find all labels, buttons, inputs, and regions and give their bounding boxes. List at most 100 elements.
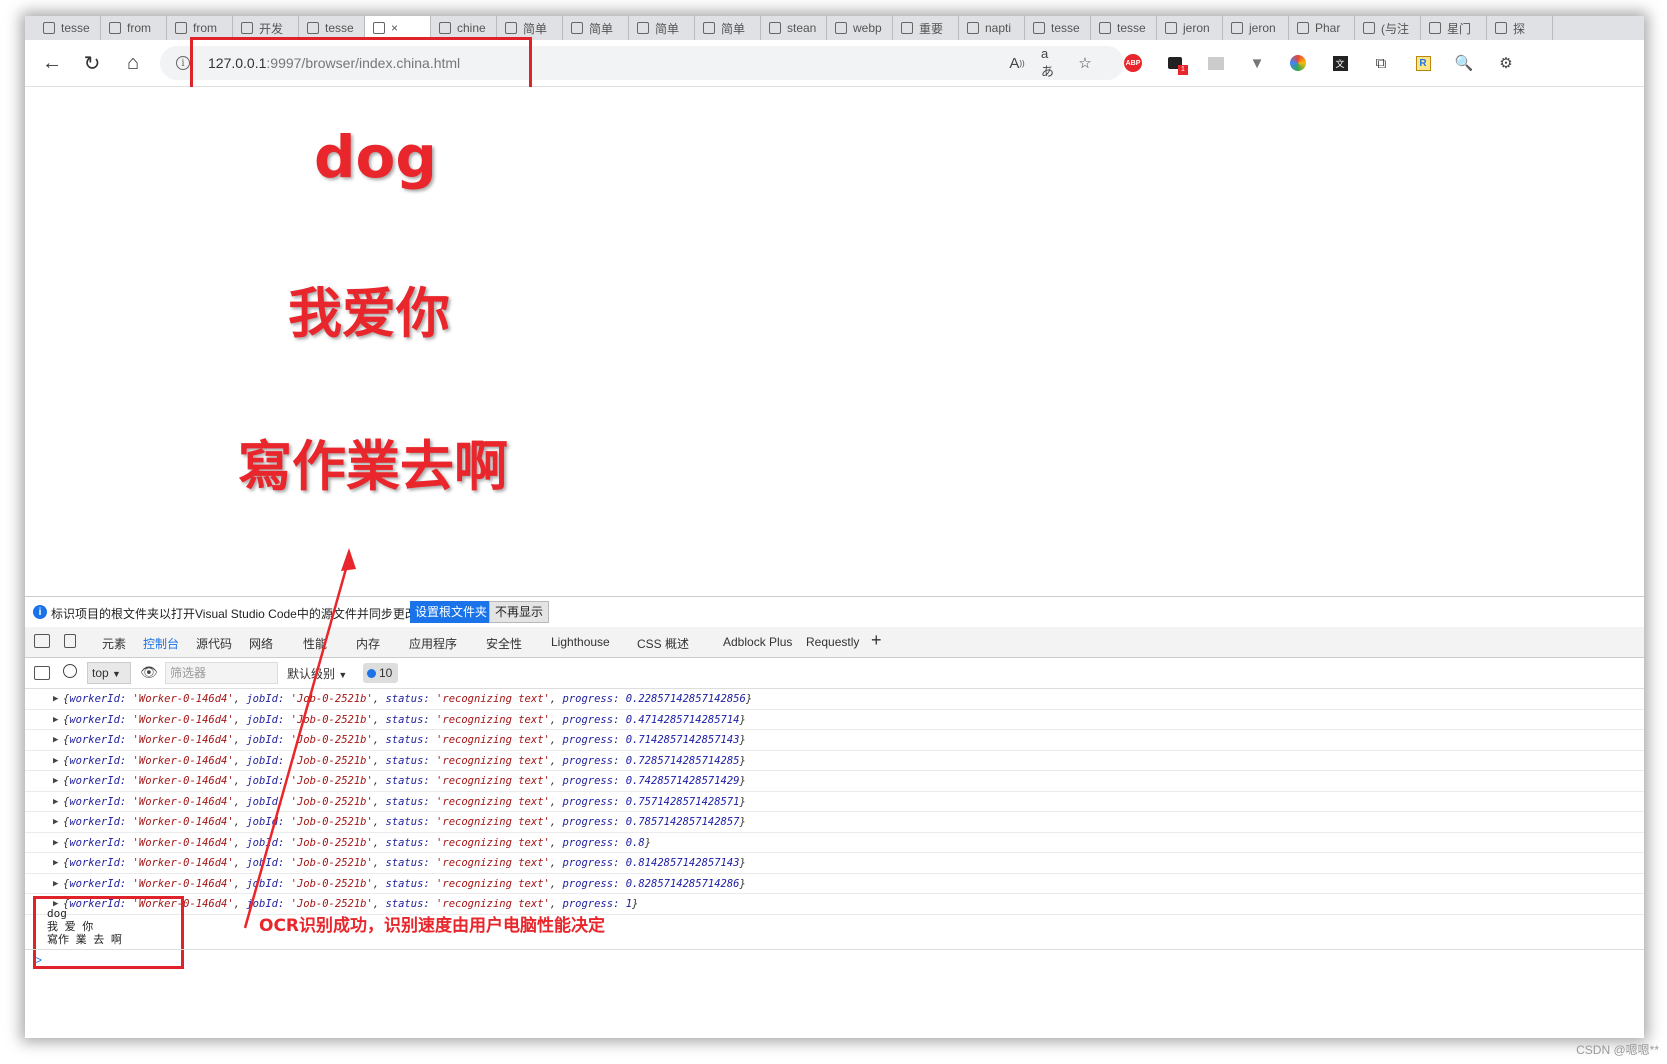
device-toolbar-icon[interactable] — [64, 634, 76, 648]
extension-badge-icon[interactable]: 1 — [1165, 53, 1188, 75]
console-log-row[interactable]: ▶ {workerId: 'Worker-0-146d4', jobId: 'Jo… — [25, 874, 1644, 894]
browser-tab[interactable]: stean — [761, 16, 827, 40]
key-jobId: jobId: — [246, 836, 291, 849]
browser-tab[interactable]: 简单 — [695, 16, 761, 40]
log-level-dropdown[interactable]: 默认级别 ▼ — [287, 665, 347, 682]
browser-tab[interactable]: 简单 — [563, 16, 629, 40]
browser-tab[interactable]: tesse — [1025, 16, 1091, 40]
browser-tab[interactable]: jeron — [1157, 16, 1223, 40]
browser-tab[interactable]: Phar — [1289, 16, 1355, 40]
console-prompt[interactable]: > — [25, 949, 1644, 970]
url-highlight-box — [190, 37, 532, 92]
devtools-tab[interactable]: 内存 — [356, 635, 380, 652]
console-log-row[interactable]: ▶ {workerId: 'Worker-0-146d4', jobId: 'Jo… — [25, 812, 1644, 833]
tab-favicon-icon — [769, 22, 781, 34]
browser-tab[interactable]: 探 — [1487, 16, 1553, 40]
site-info-icon[interactable]: i — [176, 56, 190, 70]
sidebar-toggle-icon[interactable] — [34, 666, 50, 680]
expand-triangle-icon[interactable]: ▶ — [53, 833, 58, 853]
browser-tab[interactable]: from — [101, 16, 167, 40]
devtools-tab[interactable]: Adblock Plus — [723, 635, 792, 649]
tab-favicon-icon — [637, 22, 649, 34]
browser-tab[interactable]: (与注 — [1355, 16, 1421, 40]
punct: , — [233, 877, 247, 890]
console-log-row[interactable]: ▶ {workerId: 'Worker-0-146d4', jobId: 'Jo… — [25, 751, 1644, 771]
console-log-row[interactable]: ▶ {workerId: 'Worker-0-146d4', jobId: 'Jo… — [25, 853, 1644, 874]
value-progress: 0.8142857142857143 — [625, 857, 740, 869]
browser-tab[interactable]: tesse — [35, 16, 101, 40]
expand-triangle-icon[interactable]: ▶ — [53, 751, 58, 771]
devtools-tab[interactable]: Lighthouse — [551, 635, 610, 649]
tab-favicon-icon — [1297, 22, 1309, 34]
page-content: dog 我爱你 寫作業去啊 — [25, 87, 1644, 596]
context-selector[interactable]: top ▼ — [87, 662, 131, 684]
console-log-row[interactable]: ▶ {workerId: 'Worker-0-146d4', jobId: 'Jo… — [25, 771, 1644, 792]
back-button[interactable]: ← — [37, 48, 67, 78]
tab-label: 简单 — [589, 21, 614, 36]
translate-ext-icon[interactable]: 文 — [1330, 53, 1350, 73]
value-status: 'recognizing text' — [436, 713, 550, 726]
favorite-icon[interactable]: ☆ — [1075, 53, 1095, 73]
clear-console-icon[interactable] — [63, 664, 77, 678]
devtools-tab[interactable]: 性能 — [303, 635, 327, 652]
color-icon[interactable] — [1288, 53, 1308, 73]
adblock-icon[interactable]: ABP — [1123, 53, 1143, 73]
filter-input[interactable]: 筛选器 — [165, 662, 278, 684]
inspect-element-icon[interactable] — [34, 634, 50, 648]
expand-triangle-icon[interactable]: ▶ — [53, 853, 58, 873]
value-status: 'recognizing text' — [436, 734, 550, 746]
browser-tab[interactable]: napti — [959, 16, 1025, 40]
tab-favicon-icon — [1165, 22, 1177, 34]
key-progress: progress: — [562, 775, 626, 787]
extensions-icon[interactable]: ⚙ — [1496, 53, 1516, 73]
punct: , — [549, 857, 563, 869]
devtools-tab[interactable]: 网络 — [249, 635, 273, 652]
tab-label: jeron — [1249, 21, 1276, 35]
browser-tab[interactable]: 星门 — [1421, 16, 1487, 40]
devtools-tab[interactable]: 元素 — [102, 635, 126, 652]
expand-triangle-icon[interactable]: ▶ — [53, 792, 58, 812]
translate-icon[interactable]: aあ — [1041, 46, 1061, 79]
search-ext-icon[interactable]: 🔍 — [1454, 53, 1474, 73]
set-root-folder-button[interactable]: 设置根文件夹 — [410, 601, 493, 623]
console-log-row[interactable]: ▶ {workerId: 'Worker-0-146d4', jobId: 'Jo… — [25, 689, 1644, 710]
expand-triangle-icon[interactable]: ▶ — [53, 771, 58, 791]
tab-label: from — [127, 21, 151, 35]
expand-triangle-icon[interactable]: ▶ — [53, 730, 58, 750]
browser-tab[interactable]: webp — [827, 16, 893, 40]
key-status: status: — [385, 713, 437, 726]
tab-favicon-icon — [373, 22, 385, 34]
expand-triangle-icon[interactable]: ▶ — [53, 689, 58, 709]
punct: , — [233, 734, 247, 746]
value-jobId: 'Job-0-2521b' — [290, 754, 373, 767]
devtools-tab[interactable]: 源代码 — [196, 635, 232, 652]
devtools-tab[interactable]: 应用程序 — [409, 635, 457, 652]
console-log-row[interactable]: ▶ {workerId: 'Worker-0-146d4', jobId: 'Jo… — [25, 792, 1644, 812]
browser-tab[interactable]: 重要 — [893, 16, 959, 40]
message-count-badge[interactable]: 10 — [363, 663, 399, 683]
read-aloud-icon[interactable]: A)) — [1007, 53, 1027, 73]
devtools-tab[interactable]: 控制台 — [138, 635, 184, 660]
devtools-tab[interactable]: 安全性 — [486, 635, 522, 652]
browser-tab[interactable]: jeron — [1223, 16, 1289, 40]
collections-icon[interactable]: ⧉ — [1371, 53, 1391, 73]
devtools-tab[interactable]: CSS 概述 — [637, 635, 689, 652]
expand-triangle-icon[interactable]: ▶ — [53, 812, 58, 832]
browser-tab[interactable]: 简单 — [629, 16, 695, 40]
browser-tab[interactable]: tesse — [1091, 16, 1157, 40]
image-icon[interactable] — [1206, 53, 1226, 73]
console-log-row[interactable]: ▶ {workerId: 'Worker-0-146d4', jobId: 'Jo… — [25, 833, 1644, 853]
home-button[interactable]: ⌂ — [118, 48, 148, 78]
punct: } — [739, 816, 746, 828]
console-log-row[interactable]: ▶ {workerId: 'Worker-0-146d4', jobId: 'Jo… — [25, 710, 1644, 730]
r-icon[interactable]: R — [1413, 53, 1433, 73]
add-panel-button[interactable]: + — [871, 630, 882, 651]
expand-triangle-icon[interactable]: ▶ — [53, 874, 58, 894]
devtools-tab[interactable]: Requestly — [806, 635, 859, 649]
reload-button[interactable]: ↻ — [77, 48, 107, 78]
expand-triangle-icon[interactable]: ▶ — [53, 710, 58, 730]
console-log-row[interactable]: ▶ {workerId: 'Worker-0-146d4', jobId: 'Jo… — [25, 730, 1644, 751]
live-expression-eye-icon[interactable]: 👁 — [140, 664, 158, 681]
dont-show-again-button[interactable]: 不再显示 — [489, 601, 550, 623]
vue-icon[interactable]: ▼ — [1247, 53, 1267, 73]
